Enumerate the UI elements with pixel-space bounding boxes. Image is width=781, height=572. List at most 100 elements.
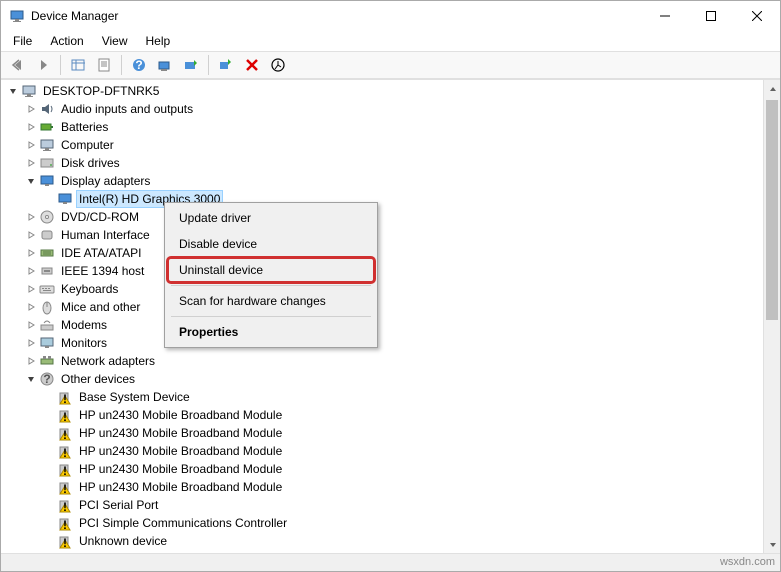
tree-node[interactable]: Keyboards bbox=[1, 280, 763, 298]
display-icon bbox=[57, 191, 73, 207]
collapse-arrow-icon[interactable] bbox=[5, 83, 21, 99]
ctx-scan-hardware[interactable]: Scan for hardware changes bbox=[167, 288, 375, 314]
tree-node-label: HP un2430 Mobile Broadband Module bbox=[77, 443, 284, 459]
toolbar-show-hide-button[interactable] bbox=[66, 53, 90, 77]
tree-node[interactable]: IEEE 1394 host bbox=[1, 262, 763, 280]
expand-arrow-icon[interactable] bbox=[23, 335, 39, 351]
expand-arrow-icon[interactable] bbox=[23, 155, 39, 171]
context-menu: Update driver Disable device Uninstall d… bbox=[164, 202, 378, 348]
tree-node[interactable]: ?Other devices bbox=[1, 370, 763, 388]
tree-node[interactable]: IDE ATA/ATAPI bbox=[1, 244, 763, 262]
scroll-down-button[interactable] bbox=[764, 536, 780, 553]
expand-arrow-icon[interactable] bbox=[23, 209, 39, 225]
tree-node[interactable]: Intel(R) HD Graphics 3000 bbox=[1, 190, 763, 208]
device-tree[interactable]: DESKTOP-DFTNRK5Audio inputs and outputsB… bbox=[1, 80, 763, 553]
collapse-arrow-icon[interactable] bbox=[23, 173, 39, 189]
tree-node[interactable]: Modems bbox=[1, 316, 763, 334]
toolbar-uninstall-button[interactable] bbox=[240, 53, 264, 77]
tree-node[interactable]: !HP un2430 Mobile Broadband Module bbox=[1, 406, 763, 424]
tree-node[interactable]: DESKTOP-DFTNRK5 bbox=[1, 82, 763, 100]
tree-node-label: HP un2430 Mobile Broadband Module bbox=[77, 479, 284, 495]
toolbar-help-button[interactable]: ? bbox=[127, 53, 151, 77]
battery-icon bbox=[39, 119, 55, 135]
scroll-thumb[interactable] bbox=[766, 100, 778, 320]
scroll-up-button[interactable] bbox=[764, 80, 780, 97]
expand-arrow-icon[interactable] bbox=[23, 101, 39, 117]
titlebar[interactable]: Device Manager bbox=[1, 1, 780, 31]
tree-node[interactable]: Human Interface bbox=[1, 226, 763, 244]
tree-node[interactable]: Batteries bbox=[1, 118, 763, 136]
tree-node[interactable]: !HP un2430 Mobile Broadband Module bbox=[1, 478, 763, 496]
expand-arrow-icon[interactable] bbox=[23, 227, 39, 243]
toolbar-scan-button[interactable] bbox=[153, 53, 177, 77]
other-icon: ? bbox=[39, 371, 55, 387]
tree-node-label: DVD/CD-ROM bbox=[59, 209, 141, 225]
expand-arrow-icon[interactable] bbox=[23, 263, 39, 279]
network-icon bbox=[39, 353, 55, 369]
toolbar-back-button[interactable] bbox=[5, 53, 29, 77]
tree-node[interactable]: !HP un2430 Mobile Broadband Module bbox=[1, 460, 763, 478]
tree-node[interactable]: Audio inputs and outputs bbox=[1, 100, 763, 118]
ctx-uninstall-device[interactable]: Uninstall device bbox=[167, 257, 375, 283]
vertical-scrollbar[interactable] bbox=[763, 80, 780, 553]
svg-text:?: ? bbox=[135, 58, 142, 72]
ctx-properties[interactable]: Properties bbox=[167, 319, 375, 345]
tree-node[interactable]: !HP un2430 Mobile Broadband Module bbox=[1, 424, 763, 442]
expand-arrow-icon bbox=[41, 497, 57, 513]
content-area: DESKTOP-DFTNRK5Audio inputs and outputsB… bbox=[1, 79, 780, 553]
tree-node-label: Other devices bbox=[59, 371, 137, 387]
toolbar-update-button[interactable] bbox=[179, 53, 203, 77]
tree-node[interactable]: !HP un2430 Mobile Broadband Module bbox=[1, 442, 763, 460]
maximize-button[interactable] bbox=[688, 1, 734, 31]
warn-icon: ! bbox=[57, 479, 73, 495]
tree-node[interactable]: !Unknown device bbox=[1, 532, 763, 550]
tree-node-label: Mice and other bbox=[59, 299, 142, 315]
tree-node-label: Audio inputs and outputs bbox=[59, 101, 195, 117]
menubar: File Action View Help bbox=[1, 31, 780, 51]
menu-help[interactable]: Help bbox=[138, 32, 179, 50]
ctx-disable-device[interactable]: Disable device bbox=[167, 231, 375, 257]
tree-node[interactable]: !PCI Serial Port bbox=[1, 496, 763, 514]
expand-arrow-icon[interactable] bbox=[23, 353, 39, 369]
warn-icon: ! bbox=[57, 443, 73, 459]
warn-icon: ! bbox=[57, 533, 73, 549]
tree-node[interactable]: Display adapters bbox=[1, 172, 763, 190]
tree-node-label: Monitors bbox=[59, 335, 109, 351]
ctx-update-driver[interactable]: Update driver bbox=[167, 205, 375, 231]
svg-text:!: ! bbox=[63, 518, 67, 531]
tree-node-label: HP un2430 Mobile Broadband Module bbox=[77, 425, 284, 441]
expand-arrow-icon[interactable] bbox=[23, 245, 39, 261]
tree-node-label: Human Interface bbox=[59, 227, 152, 243]
expand-arrow-icon[interactable] bbox=[23, 281, 39, 297]
tree-node[interactable]: !PCI Simple Communications Controller bbox=[1, 514, 763, 532]
expand-arrow-icon[interactable] bbox=[23, 137, 39, 153]
svg-text:!: ! bbox=[63, 392, 67, 405]
minimize-button[interactable] bbox=[642, 1, 688, 31]
warn-icon: ! bbox=[57, 515, 73, 531]
display-icon bbox=[39, 173, 55, 189]
tree-node[interactable]: DVD/CD-ROM bbox=[1, 208, 763, 226]
menu-view[interactable]: View bbox=[94, 32, 136, 50]
menu-file[interactable]: File bbox=[5, 32, 40, 50]
expand-arrow-icon[interactable] bbox=[23, 299, 39, 315]
expand-arrow-icon[interactable] bbox=[23, 551, 39, 553]
expand-arrow-icon[interactable] bbox=[23, 317, 39, 333]
toolbar-properties-button[interactable] bbox=[92, 53, 116, 77]
statusbar bbox=[1, 553, 780, 571]
toolbar-forward-button[interactable] bbox=[31, 53, 55, 77]
tree-node[interactable]: Computer bbox=[1, 136, 763, 154]
tree-node[interactable]: Ports (COM & LPT) bbox=[1, 550, 763, 553]
expand-arrow-icon bbox=[41, 533, 57, 549]
menu-action[interactable]: Action bbox=[42, 32, 91, 50]
tree-node[interactable]: Monitors bbox=[1, 334, 763, 352]
tree-node[interactable]: Mice and other bbox=[1, 298, 763, 316]
tree-node[interactable]: Network adapters bbox=[1, 352, 763, 370]
toolbar-enable-button[interactable] bbox=[214, 53, 238, 77]
tree-node[interactable]: !Base System Device bbox=[1, 388, 763, 406]
tree-node[interactable]: Disk drives bbox=[1, 154, 763, 172]
expand-arrow-icon[interactable] bbox=[23, 119, 39, 135]
collapse-arrow-icon[interactable] bbox=[23, 371, 39, 387]
expand-arrow-icon bbox=[41, 407, 57, 423]
close-button[interactable] bbox=[734, 1, 780, 31]
toolbar-disable-button[interactable] bbox=[266, 53, 290, 77]
